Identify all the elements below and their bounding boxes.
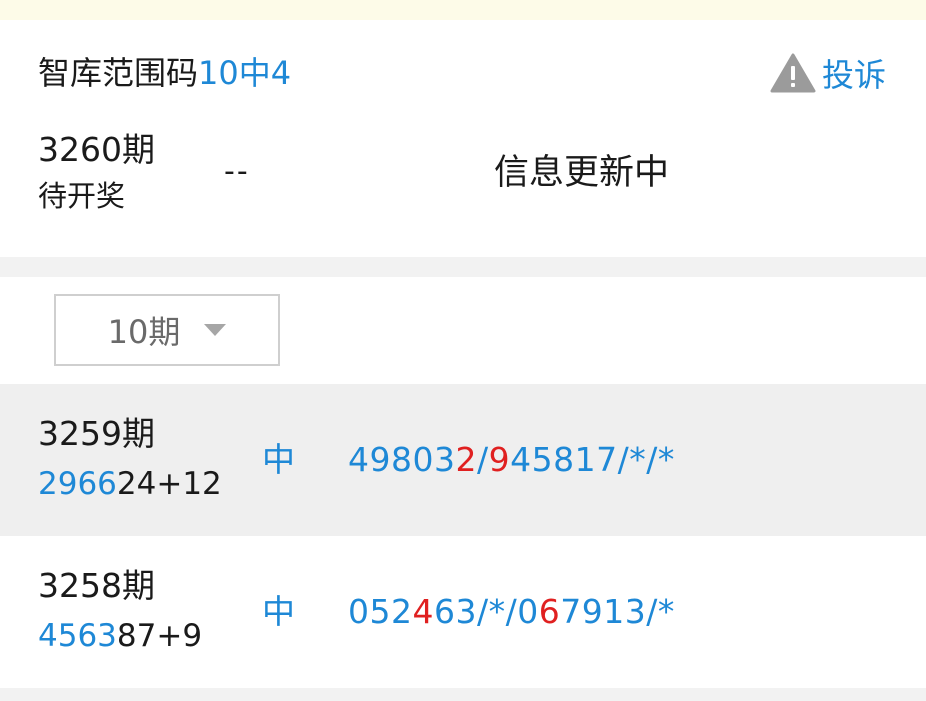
number-hit: 6 (538, 592, 561, 631)
result-highlight: 4563 (38, 618, 117, 654)
history-row[interactable]: 3259期 296624+12 中 498032/945817/*/* (0, 384, 926, 536)
row-period: 3258期 (38, 566, 155, 605)
row-period: 3259期 (38, 414, 155, 453)
number-segment: 45817/*/* (510, 440, 675, 479)
result-highlight: 2966 (38, 466, 117, 502)
row-numbers: 498032/945817/*/* (348, 439, 675, 481)
number-segment: 052 (348, 592, 413, 631)
row-status: 中 (262, 440, 295, 479)
row-status: 中 (262, 592, 295, 631)
title-prefix: 智库范围码 (38, 54, 199, 92)
page-title: 智库范围码10中4 (38, 52, 291, 94)
title-highlight: 10中4 (198, 54, 292, 92)
number-hit: 2 (455, 440, 477, 479)
number-hit: 9 (488, 440, 511, 479)
current-period: 3260期 (38, 130, 155, 169)
number-hit: 4 (412, 592, 434, 631)
history-row[interactable]: 3258期 456387+9 中 052463/*/067913/* (0, 536, 926, 688)
result-rest: 24+12 (116, 466, 222, 502)
number-segment: 7913/* (560, 592, 675, 631)
complain-label: 投诉 (821, 56, 886, 94)
period-range-value: 10期 (107, 313, 181, 351)
chevron-down-icon (204, 324, 227, 336)
current-result: -- (224, 154, 250, 189)
warning-triangle-icon (770, 53, 816, 93)
row-result: 296624+12 (38, 464, 222, 504)
number-segment: 49803 (348, 440, 456, 479)
current-status: 待开奖 (38, 179, 126, 213)
complain-button[interactable]: 投诉 (770, 52, 886, 94)
row-numbers: 052463/*/067913/* (348, 591, 675, 633)
number-segment: 63/*/0 (434, 592, 539, 631)
number-segment: / (476, 440, 489, 479)
result-rest: 87+9 (116, 618, 203, 654)
top-notice-bar (0, 0, 926, 20)
row-result: 456387+9 (38, 616, 202, 656)
period-range-select[interactable]: 10期 (54, 294, 280, 366)
info-status: 信息更新中 (494, 153, 670, 193)
